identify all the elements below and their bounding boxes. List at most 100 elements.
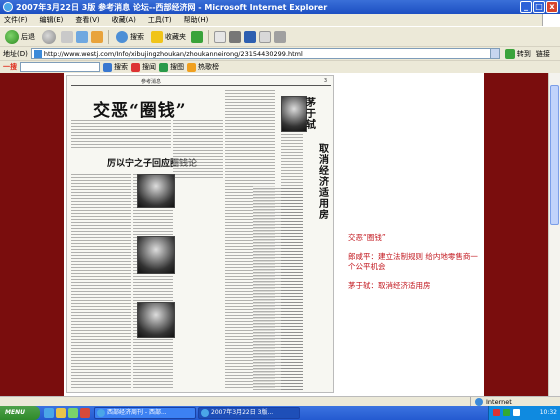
window-title: 2007年3月22日 3版 参考消息 论坛--西部经济网 - Microsoft… <box>16 2 328 12</box>
newspaper-header: 参考消息 3 <box>71 78 331 86</box>
back-button[interactable]: 后退 <box>3 29 37 44</box>
search-toolbar: 一搜 搜索 搜闻 搜图 热歌榜 <box>0 60 560 73</box>
task-label: 西部经济周刊 - 西部... <box>107 409 167 416</box>
forward-button[interactable] <box>40 29 58 44</box>
page-body: 参考消息 3 交恶“圈钱” 厉以宁之子回应圈钱论 茅于轼 取消经济适用房 交恶“… <box>64 73 484 396</box>
system-tray: 10:32 <box>488 406 560 420</box>
image-search-button[interactable]: 搜图 <box>159 62 184 72</box>
app-quicklaunch-icon[interactable] <box>80 408 90 418</box>
address-url: http://www.westj.com/Info/xibujingzhouka… <box>43 50 303 58</box>
address-label: 地址(D) <box>3 49 28 58</box>
text-block <box>281 96 303 392</box>
windows-logo-icon <box>542 14 560 26</box>
favorites-label: 收藏夹 <box>165 32 186 41</box>
scrollbar-thumb[interactable] <box>550 85 559 225</box>
back-label: 后退 <box>21 32 35 41</box>
text-block <box>173 118 223 178</box>
taskbar: MENU 西部经济周刊 - 西部... 2007年3月22日 3版... 10:… <box>0 406 560 420</box>
go-button[interactable]: 转到 <box>504 48 531 59</box>
news-icon <box>131 62 140 72</box>
ie-icon <box>97 409 105 417</box>
print-icon[interactable] <box>229 30 241 43</box>
volume-icon[interactable] <box>513 409 520 416</box>
news-label: 搜闻 <box>142 63 156 71</box>
tray-icon[interactable] <box>503 409 510 416</box>
hot-songs-button[interactable]: 热歌榜 <box>187 62 219 72</box>
toolbar-search-label: 搜索 <box>114 63 128 71</box>
search-icon <box>116 30 128 43</box>
portrait-photo <box>281 96 307 132</box>
address-bar: 地址(D) http://www.westj.com/Info/xibujing… <box>0 46 560 60</box>
history-icon[interactable] <box>191 30 203 43</box>
edit-icon[interactable] <box>244 30 256 43</box>
yisou-logo[interactable]: 一搜 <box>3 62 17 72</box>
tray-icon[interactable] <box>493 409 500 416</box>
search-label: 搜索 <box>130 32 144 41</box>
links-button[interactable]: 链接 <box>536 49 550 59</box>
go-arrow-icon <box>504 48 515 59</box>
toolbar-search-input[interactable] <box>20 62 100 72</box>
clock[interactable]: 10:32 <box>540 409 557 416</box>
discuss-icon[interactable] <box>259 30 271 43</box>
window-controls: _ □ x <box>520 1 558 13</box>
forward-arrow-icon <box>42 29 56 44</box>
image-icon <box>159 62 168 72</box>
task-label: 2007年3月22日 3版... <box>211 409 274 416</box>
newspaper-page-number: 3 <box>323 78 327 84</box>
ie-icon <box>201 409 209 417</box>
toolbar-search-button[interactable]: 搜索 <box>103 62 128 72</box>
window-titlebar[interactable]: 2007年3月22日 3版 参考消息 论坛--西部经济网 - Microsoft… <box>0 0 560 14</box>
toolbar-separator <box>208 29 209 44</box>
page-icon <box>33 50 42 58</box>
address-dropdown-icon[interactable] <box>489 48 500 59</box>
article-link[interactable]: 郎咸平：建立法制规则 给内地零售商一个公平机会 <box>348 252 482 272</box>
portrait-photo <box>137 302 175 338</box>
start-button[interactable]: MENU <box>0 406 40 420</box>
music-icon <box>187 62 196 72</box>
favorites-button[interactable]: 收藏夹 <box>149 30 188 43</box>
refresh-icon[interactable] <box>76 30 88 43</box>
ie-quicklaunch-icon[interactable] <box>44 408 54 418</box>
messenger-icon[interactable] <box>274 30 286 43</box>
left-margin <box>0 73 64 396</box>
menu-file[interactable]: 文件(F) <box>4 15 28 25</box>
standard-toolbar: 后退 搜索 收藏夹 <box>0 26 560 46</box>
taskbar-task[interactable]: 西部经济周刊 - 西部... <box>94 407 196 419</box>
vertical-scrollbar[interactable] <box>548 73 560 396</box>
stop-icon[interactable] <box>61 30 73 43</box>
address-input[interactable]: http://www.westj.com/Info/xibujingzhouka… <box>30 48 491 59</box>
menu-tools[interactable]: 工具(T) <box>148 15 172 25</box>
status-bar: Internet <box>0 396 560 407</box>
go-label: 转到 <box>516 49 531 58</box>
article-link[interactable]: 交恶“圈钱” <box>348 233 482 243</box>
image-label: 搜图 <box>170 63 184 71</box>
search-icon <box>103 62 112 72</box>
taskbar-task-active[interactable]: 2007年3月22日 3版... <box>198 407 300 419</box>
maximize-button[interactable]: □ <box>533 1 545 13</box>
menu-help[interactable]: 帮助(H) <box>184 15 209 25</box>
desktop-quicklaunch-icon[interactable] <box>68 408 78 418</box>
home-icon[interactable] <box>91 30 103 43</box>
article-link[interactable]: 茅于轼：取消经济适用房 <box>348 281 482 291</box>
menu-edit[interactable]: 编辑(E) <box>40 15 64 25</box>
star-icon <box>151 30 163 43</box>
hot-label: 热歌榜 <box>198 63 219 71</box>
mail-icon[interactable] <box>214 30 226 43</box>
globe-icon <box>475 398 483 406</box>
vertical-headline-2: 取消经济适用房 <box>319 144 329 221</box>
vertical-headline: 茅于轼 <box>306 98 316 131</box>
zone-label: Internet <box>486 398 512 406</box>
page-viewport: 参考消息 3 交恶“圈钱” 厉以宁之子回应圈钱论 茅于轼 取消经济适用房 交恶“… <box>0 73 560 396</box>
menu-view[interactable]: 查看(V) <box>75 15 99 25</box>
ie-icon <box>3 2 13 12</box>
portrait-photo <box>137 174 175 208</box>
news-search-button[interactable]: 搜闻 <box>131 62 156 72</box>
close-button[interactable]: x <box>546 1 558 13</box>
minimize-button[interactable]: _ <box>520 1 532 13</box>
menu-favorites[interactable]: 收藏(A) <box>112 15 136 25</box>
newspaper-image[interactable]: 参考消息 3 交恶“圈钱” 厉以宁之子回应圈钱论 茅于轼 取消经济适用房 <box>66 75 334 393</box>
search-button[interactable]: 搜索 <box>114 30 146 43</box>
folder-quicklaunch-icon[interactable] <box>56 408 66 418</box>
menu-bar: 文件(F) 编辑(E) 查看(V) 收藏(A) 工具(T) 帮助(H) <box>0 14 560 26</box>
back-arrow-icon <box>5 29 19 44</box>
